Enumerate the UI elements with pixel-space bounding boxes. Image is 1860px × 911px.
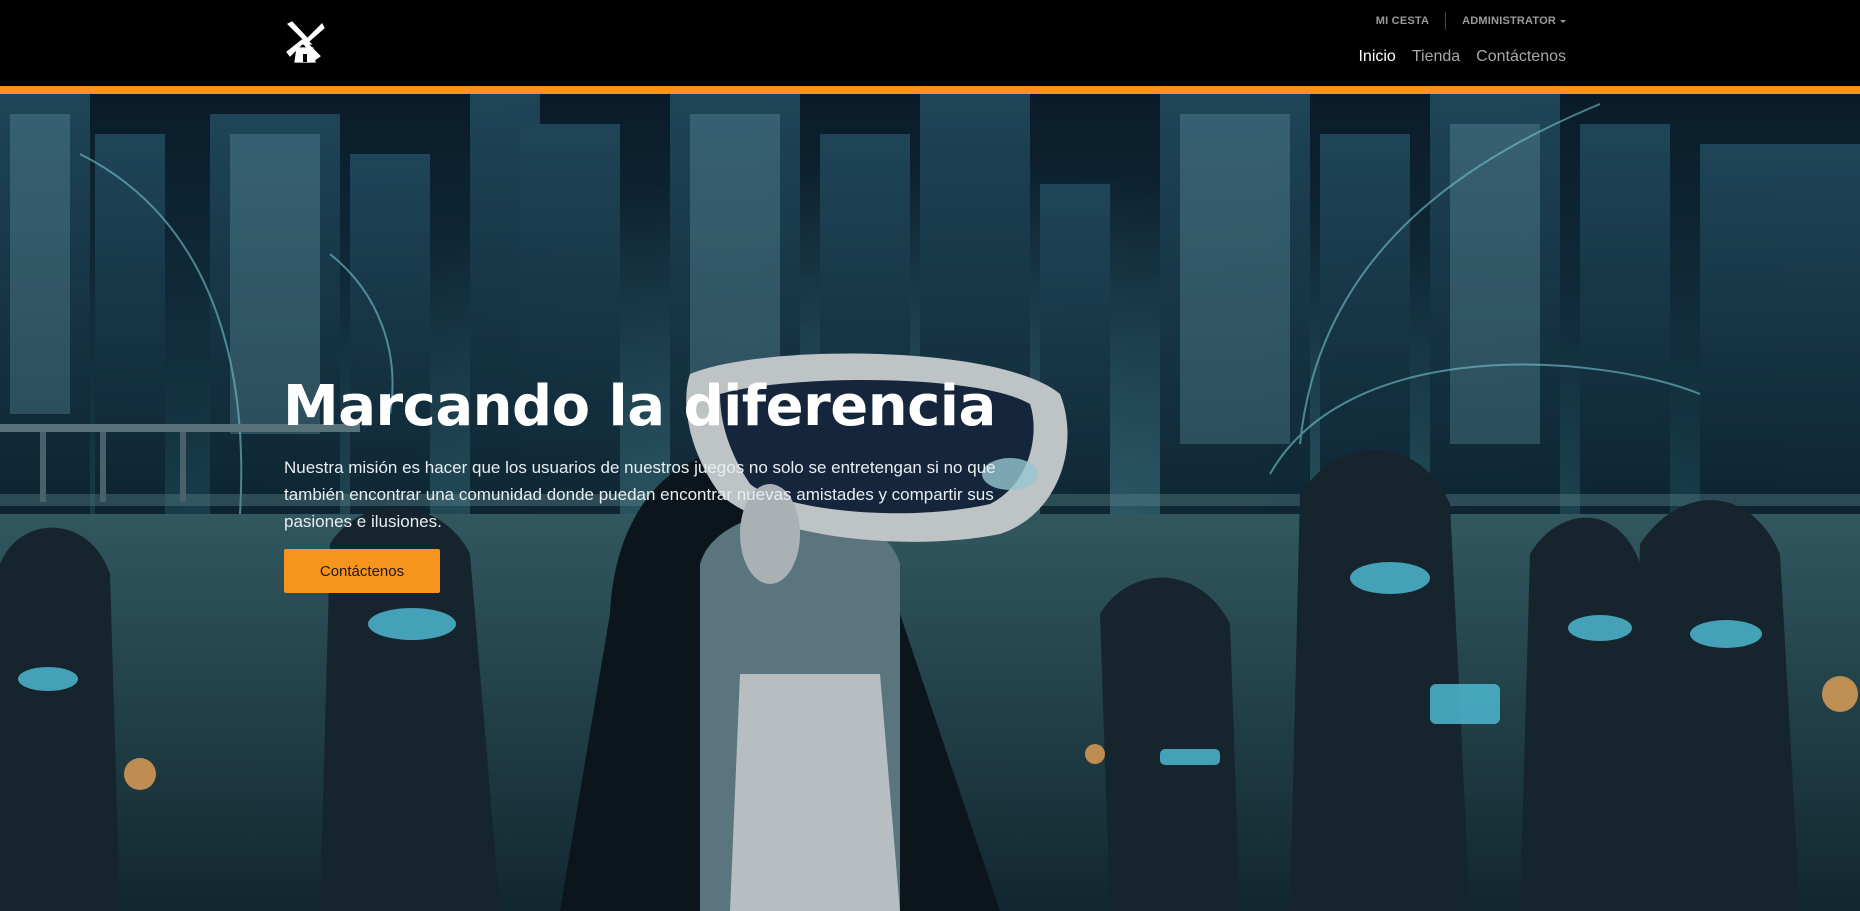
divider [1445, 12, 1447, 30]
accent-bar [0, 86, 1860, 94]
admin-dropdown[interactable]: ADMINISTRATOR [1462, 15, 1566, 27]
cart-link[interactable]: MI CESTA [1376, 15, 1429, 27]
top-utility-nav: MI CESTA ADMINISTRATOR [1376, 12, 1566, 30]
nav-item-inicio[interactable]: Inicio [1358, 48, 1395, 66]
admin-label: ADMINISTRATOR [1462, 15, 1556, 27]
nav-item-contactenos[interactable]: Contáctenos [1476, 48, 1566, 66]
hero-description: Nuestra misión es hacer que los usuarios… [284, 458, 996, 531]
site-header: MI CESTA ADMINISTRATOR Inicio Tienda Con… [0, 0, 1860, 86]
hero-section: Marcando la diferencia Nuestra misión es… [0, 94, 1860, 911]
hero-title: Marcando la diferencia [283, 374, 996, 439]
contact-button[interactable]: Contáctenos [284, 549, 440, 593]
caret-down-icon [1560, 19, 1566, 23]
nav-item-tienda[interactable]: Tienda [1412, 48, 1460, 66]
main-nav: Inicio Tienda Contáctenos [1358, 48, 1566, 66]
windmill-icon[interactable] [282, 18, 328, 64]
